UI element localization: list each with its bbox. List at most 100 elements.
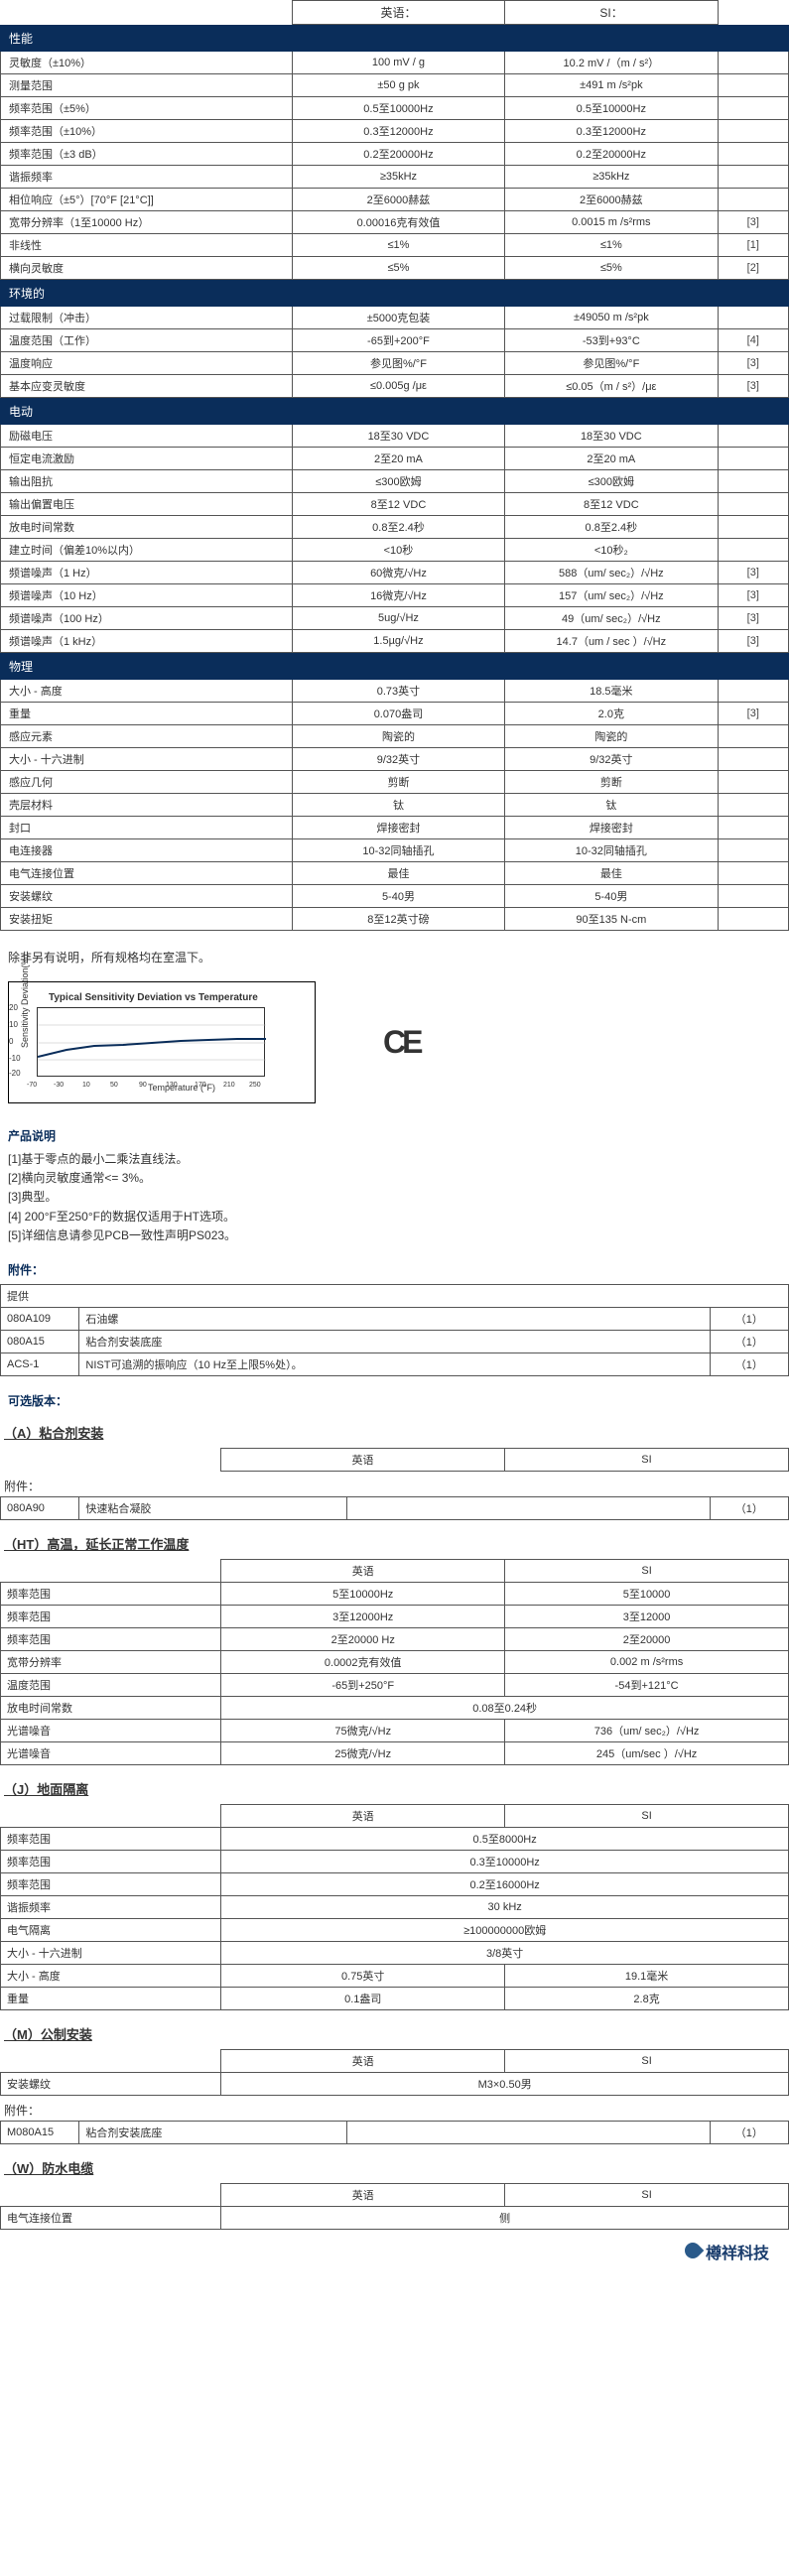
spec-si: 钛 [505, 794, 718, 817]
note-item: [1]基于零点的最小二乘法直线法。 [8, 1150, 789, 1169]
spec-en: 5ug/√Hz [292, 607, 504, 630]
spec-si: -53到+93°C [505, 329, 718, 352]
spec-si: 157（um/ sec₂）/√Hz [505, 584, 718, 607]
spec-label: 温度响应 [1, 352, 293, 375]
spec-si: 0.0015 m /s²rms [505, 211, 718, 234]
option-a-acc: 080A90快速粘合凝胶（1） [0, 1496, 789, 1520]
spec-note: [3] [718, 584, 788, 607]
spec-en: 16微克/√Hz [292, 584, 504, 607]
spec-note: [3] [718, 703, 788, 725]
spec-note [718, 166, 788, 189]
spec-label: 频率范围（±3 dB） [1, 143, 293, 166]
spec-label: 测量范围 [1, 74, 293, 97]
spec-note: [2] [718, 257, 788, 280]
accessories-table: 提供 080A109石油螺（1）080A15粘合剂安装底座（1）ACS-1NIS… [0, 1284, 789, 1376]
spec-en: 0.2至20000Hz [292, 143, 504, 166]
spec-si: ≤0.05（m / s²）/με [505, 375, 718, 398]
spec-note: [1] [718, 234, 788, 257]
spec-note [718, 307, 788, 329]
acc-supply-label: 提供 [1, 1284, 789, 1307]
col-si: SI： [505, 1, 719, 25]
spec-note [718, 516, 788, 539]
spec-si: <10秒₂ [505, 539, 718, 562]
spec-si: 14.7（um / sec ）/√Hz [505, 630, 718, 653]
spec-label: 宽带分辨率（1至10000 Hz） [1, 211, 293, 234]
spec-en: 10-32同轴插孔 [292, 839, 504, 862]
spec-label: 谐振频率 [1, 166, 293, 189]
spec-label: 感应几何 [1, 771, 293, 794]
spec-si: ≥35kHz [505, 166, 718, 189]
spec-note [718, 470, 788, 493]
spec-label: 感应元素 [1, 725, 293, 748]
spec-note [718, 680, 788, 703]
spec-si: 10.2 mV /（m / s²） [505, 52, 718, 74]
spec-note [718, 189, 788, 211]
spec-en: 8至12 VDC [292, 493, 504, 516]
spec-label: 建立时间（偏差10%以内） [1, 539, 293, 562]
spec-en: 0.8至2.4秒 [292, 516, 504, 539]
spec-en: 60微克/√Hz [292, 562, 504, 584]
spec-en: 钛 [292, 794, 504, 817]
spec-si: 2至20 mA [505, 448, 718, 470]
spec-si: 10-32同轴插孔 [505, 839, 718, 862]
spec-en: 最佳 [292, 862, 504, 885]
spec-si: 18至30 VDC [505, 425, 718, 448]
spec-note [718, 817, 788, 839]
spec-en: 5-40男 [292, 885, 504, 908]
acc-qty: （1） [710, 1307, 788, 1330]
acc-desc: NIST可追溯的振响应（10 Hz至上限5%处）。 [79, 1352, 710, 1375]
spec-label: 频率范围（±10%） [1, 120, 293, 143]
spec-note [718, 448, 788, 470]
spec-si: ≤1% [505, 234, 718, 257]
spec-label: 温度范围（工作） [1, 329, 293, 352]
spec-en: 2至20 mA [292, 448, 504, 470]
spec-si: 588（um/ sec₂）/√Hz [505, 562, 718, 584]
accessories-title: 附件： [8, 1261, 789, 1278]
spec-label: 横向灵敏度 [1, 257, 293, 280]
spec-note [718, 120, 788, 143]
spec-si: 90至135 N-cm [505, 908, 718, 931]
notes-title: 产品说明 [8, 1127, 789, 1144]
spec-label: 频谱噪声（10 Hz） [1, 584, 293, 607]
options-title: 可选版本： [8, 1392, 789, 1409]
spec-note: [4] [718, 329, 788, 352]
acc-qty: （1） [710, 1352, 788, 1375]
spec-label: 放电时间常数 [1, 516, 293, 539]
spec-note [718, 771, 788, 794]
spec-note [718, 52, 788, 74]
spec-label: 灵敏度（±10%） [1, 52, 293, 74]
spec-en: -65到+200°F [292, 329, 504, 352]
option-a-title: （A）粘合剂安装 [4, 1423, 789, 1442]
spec-en: ≤300欧姆 [292, 470, 504, 493]
spec-note: [3] [718, 562, 788, 584]
spec-label: 频谱噪声（1 Hz） [1, 562, 293, 584]
spec-label: 大小 - 十六进制 [1, 748, 293, 771]
spec-si: 焊接密封 [505, 817, 718, 839]
spec-si: 2至6000赫兹 [505, 189, 718, 211]
spec-label: 励磁电压 [1, 425, 293, 448]
option-ht-table: 英语SI 频率范围5至10000Hz5至10000频率范围3至12000Hz3至… [0, 1559, 789, 1765]
spec-en: 0.00016克有效值 [292, 211, 504, 234]
spec-si: 49（um/ sec₂）/√Hz [505, 607, 718, 630]
acc-id: 080A109 [1, 1307, 79, 1330]
spec-en: 剪断 [292, 771, 504, 794]
spec-si: 5-40男 [505, 885, 718, 908]
spec-note: [3] [718, 211, 788, 234]
spec-si: 参见图%/°F [505, 352, 718, 375]
spec-si: 0.8至2.4秒 [505, 516, 718, 539]
note-item: [5]详细信息请参见PCB一致性声明PS023。 [8, 1226, 789, 1245]
room-temp-note: 除非另有说明，所有规格均在室温下。 [8, 949, 789, 966]
spec-note [718, 74, 788, 97]
spec-label: 基本应变灵敏度 [1, 375, 293, 398]
spec-en: 100 mV / g [292, 52, 504, 74]
spec-en: ±5000克包装 [292, 307, 504, 329]
option-ht-title: （HT）高温，延长正常工作温度 [4, 1534, 789, 1553]
section-header: 环境的 [1, 281, 789, 307]
option-j-table: 英语SI 频率范围0.5至8000Hz频率范围0.3至10000Hz频率范围0.… [0, 1804, 789, 2010]
spec-en: 0.73英寸 [292, 680, 504, 703]
spec-label: 重量 [1, 703, 293, 725]
option-w-title: （W）防水电缆 [4, 2158, 789, 2177]
spec-si: 陶瓷的 [505, 725, 718, 748]
spec-note [718, 908, 788, 931]
spec-table: 英语： SI： [0, 0, 789, 25]
